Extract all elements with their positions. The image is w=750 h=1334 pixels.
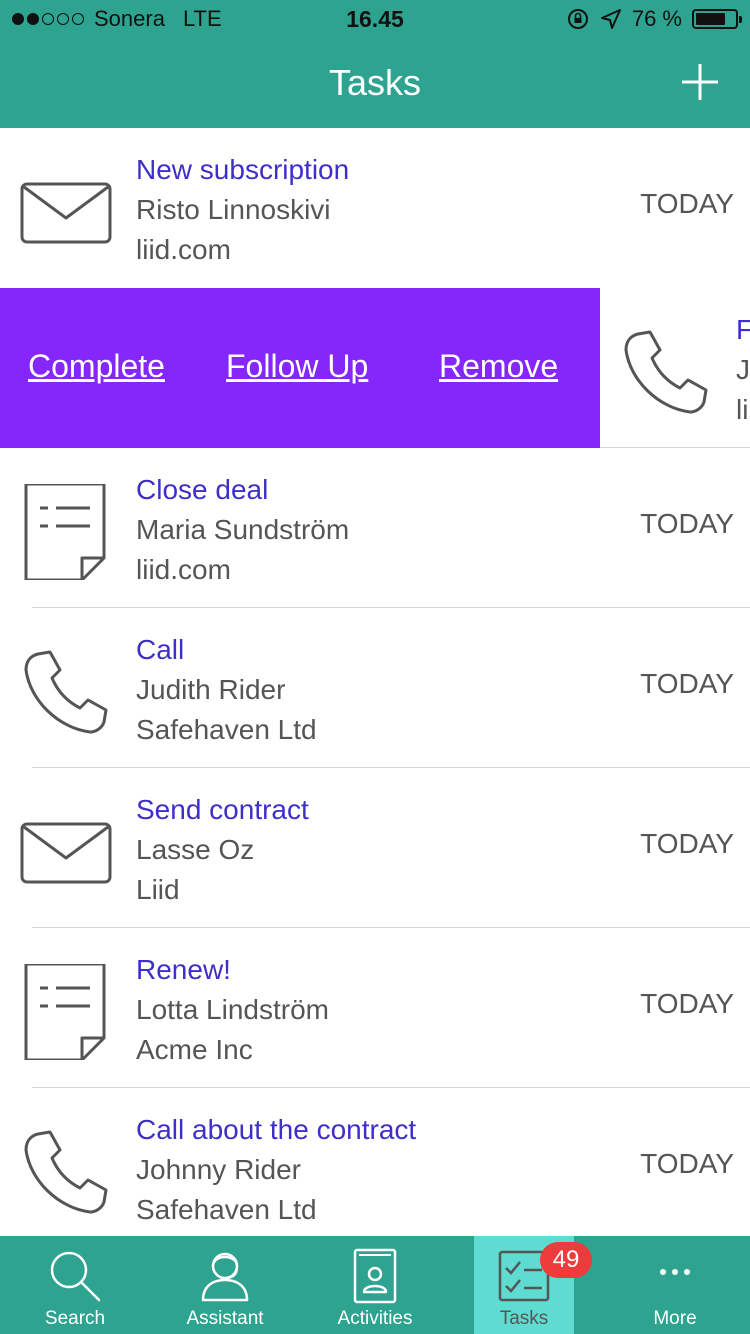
task-date: TODAY (640, 668, 734, 699)
tab-label: Tasks (499, 1308, 549, 1329)
task-title: Close deal (136, 474, 269, 505)
envelope-icon (20, 182, 112, 244)
swipe-actions: Complete Follow Up Remove (0, 288, 600, 448)
more-icon (660, 1269, 690, 1275)
task-person: J (736, 354, 750, 385)
tab-label: Assistant (186, 1308, 264, 1329)
task-date: TODAY (640, 828, 734, 859)
task-person: Maria Sundström (136, 514, 350, 545)
tab-label: Search (44, 1308, 106, 1329)
battery-percent: 76 % (631, 6, 682, 31)
task-company: Liid (136, 874, 180, 905)
plus-icon[interactable] (680, 62, 720, 102)
task-title: Renew! (136, 954, 231, 985)
task-texts: Call about the contract Johnny Rider Saf… (136, 1110, 416, 1230)
task-row-swiped[interactable]: Complete Follow Up Remove F J li (0, 288, 750, 448)
task-texts: New subscription Risto Linnoskivi liid.c… (136, 150, 349, 270)
activities-icon (353, 1248, 397, 1304)
task-row[interactable]: Send contract Lasse Oz Liid TODAY (0, 768, 750, 928)
task-texts: F J li (736, 310, 750, 430)
status-right: 76 % (566, 6, 742, 32)
task-date: TODAY (640, 508, 734, 539)
task-company: Acme Inc (136, 1034, 253, 1065)
task-texts: Renew! Lotta Lindström Acme Inc (136, 950, 329, 1070)
phone-icon (24, 650, 108, 734)
tab-label: Activities (337, 1308, 413, 1329)
task-person: Lotta Lindström (136, 994, 329, 1025)
task-texts: Call Judith Rider Safehaven Ltd (136, 630, 317, 750)
task-person: Johnny Rider (136, 1154, 301, 1185)
task-title: New subscription (136, 154, 350, 185)
task-company: liid.com (136, 554, 231, 585)
task-texts: Close deal Maria Sundström liid.com (136, 470, 349, 590)
envelope-icon (20, 822, 112, 884)
task-row[interactable]: Call Judith Rider Safehaven Ltd TODAY (0, 608, 750, 768)
page-title: Tasks (328, 62, 422, 103)
tab-search[interactable]: Search (0, 1236, 150, 1334)
task-company: liid.com (136, 234, 231, 265)
task-row-content[interactable]: F J li (600, 288, 750, 448)
phone-icon (624, 330, 708, 414)
tab-tasks[interactable]: 49 Tasks (474, 1236, 592, 1334)
task-date: TODAY (640, 988, 734, 1019)
document-icon (24, 964, 106, 1060)
follow-up-button[interactable]: Follow Up (226, 348, 368, 385)
task-person: Risto Linnoskivi (136, 194, 331, 225)
tab-label: More (653, 1308, 697, 1329)
task-person: Lasse Oz (136, 834, 255, 865)
task-company: li (736, 394, 749, 425)
task-row[interactable]: Close deal Maria Sundström liid.com TODA… (0, 448, 750, 608)
task-row[interactable]: Call about the contract Johnny Rider Saf… (0, 1088, 750, 1248)
location-arrow-icon (600, 9, 621, 29)
task-title: Send contract (136, 794, 309, 825)
task-list[interactable]: New subscription Risto Linnoskivi liid.c… (0, 128, 750, 1248)
task-title: F (736, 314, 750, 345)
task-row[interactable]: New subscription Risto Linnoskivi liid.c… (0, 128, 750, 288)
status-bar: Sonera LTE 16.45 76 % (0, 0, 750, 40)
tab-activities[interactable]: Activities (300, 1236, 450, 1334)
battery-icon (692, 9, 742, 29)
rotation-lock-icon (567, 9, 588, 29)
tab-bar: Search Assistant Activities 49 Tasks Mor… (0, 1236, 750, 1334)
task-title: Call (136, 634, 185, 665)
phone-icon (24, 1130, 108, 1214)
search-icon (50, 1251, 101, 1302)
task-company: Safehaven Ltd (136, 714, 317, 745)
task-person: Judith Rider (136, 674, 286, 705)
remove-button[interactable]: Remove (439, 348, 558, 385)
task-company: Safehaven Ltd (136, 1194, 317, 1225)
task-texts: Send contract Lasse Oz Liid (136, 790, 309, 910)
top-bar: Sonera LTE 16.45 76 % Tasks (0, 0, 750, 128)
complete-button[interactable]: Complete (28, 348, 165, 385)
task-date: TODAY (640, 1148, 734, 1179)
tab-more[interactable]: More (600, 1236, 750, 1334)
document-icon (24, 484, 106, 580)
task-title: Call about the contract (136, 1114, 417, 1145)
tasks-count-badge: 49 (540, 1242, 592, 1278)
task-date: TODAY (640, 188, 734, 219)
task-row[interactable]: Renew! Lotta Lindström Acme Inc TODAY (0, 928, 750, 1088)
assistant-icon (201, 1252, 249, 1302)
tab-assistant[interactable]: Assistant (150, 1236, 300, 1334)
